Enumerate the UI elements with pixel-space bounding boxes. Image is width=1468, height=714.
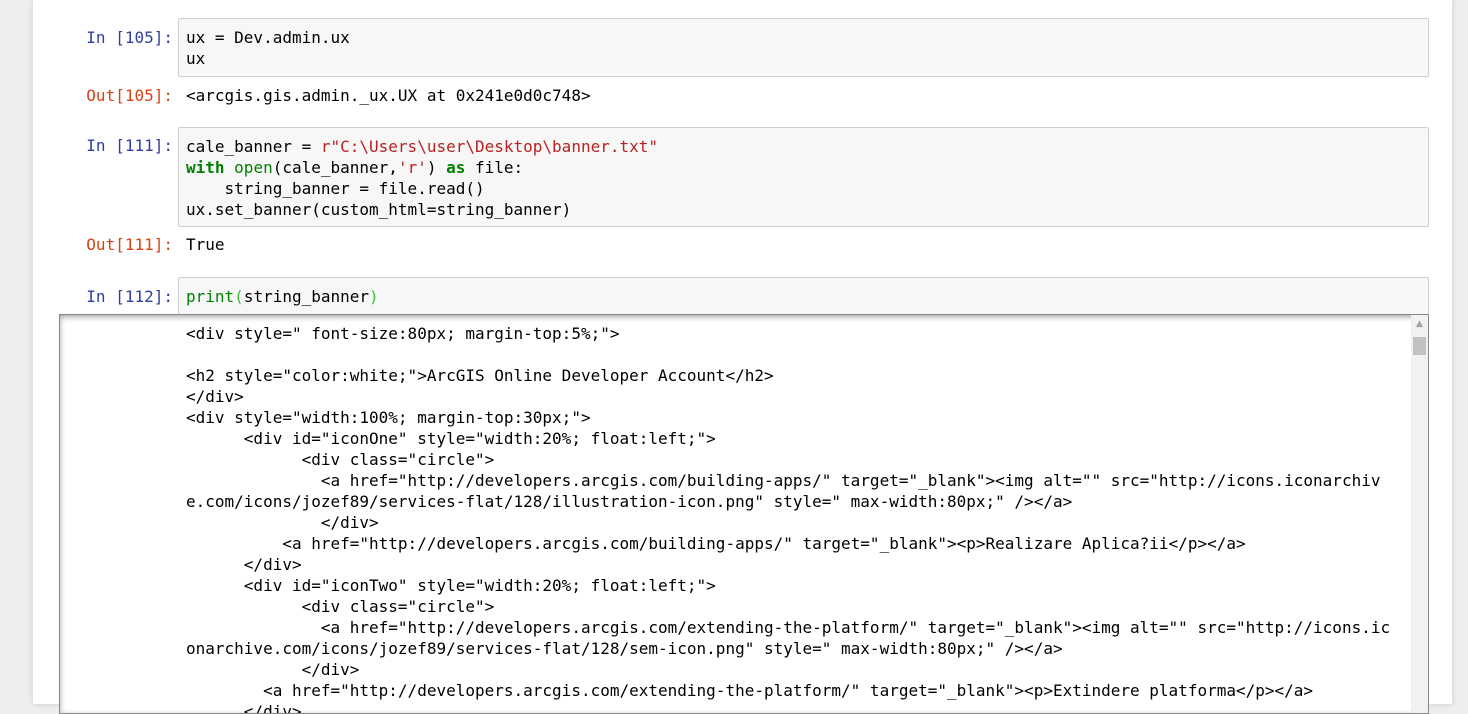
output-prompt: Out[105]:: [86, 86, 173, 105]
builtin-token: open: [234, 158, 273, 177]
keyword-token: as: [446, 158, 466, 177]
paren-token: (: [234, 287, 244, 306]
code-line: string_banner = file.read(): [186, 179, 485, 198]
code-token: file:: [465, 158, 524, 177]
input-prompt: In [105]:: [86, 28, 173, 47]
output-line: onarchive.com/icons/jozef89/services-fla…: [186, 639, 1063, 658]
input-prompt: In [111]:: [86, 136, 173, 155]
code-line: ux.set_banner(custom_html=string_banner): [186, 200, 572, 219]
code-line: print(string_banner): [186, 286, 1421, 307]
code-line: with open(cale_banner,'r') as file:: [186, 157, 1421, 178]
code-line: cale_banner = r"C:\Users\user\Desktop\ba…: [186, 136, 1421, 157]
output-line: <a href="http://developers.arcgis.com/ex…: [186, 618, 1391, 637]
cell-output: <arcgis.gis.admin._ux.UX at 0x241e0d0c74…: [186, 86, 591, 105]
output-line: </div>: [186, 660, 360, 679]
notebook-container: In [105]: ux = Dev.admin.ux ux Out[105]:…: [33, 0, 1452, 714]
scrollbar-thumb[interactable]: [1413, 337, 1426, 355]
output-line: <a href="http://developers.arcgis.com/bu…: [186, 471, 1381, 490]
output-line: <div id="iconTwo" style="width:20%; floa…: [186, 576, 716, 595]
builtin-token: print: [186, 287, 235, 306]
output-line: <h2 style="color:white;">ArcGIS Online D…: [186, 366, 774, 385]
string-literal: 'r': [397, 158, 427, 177]
code-token: string_banner: [243, 287, 370, 306]
code-line: ux = Dev.admin.ux: [186, 28, 350, 47]
code-cell-input[interactable]: print(string_banner): [178, 277, 1429, 315]
output-line: </div>: [186, 702, 302, 714]
output-line: <div style="width:100%; margin-top:30px;…: [186, 408, 591, 427]
output-line: <a href="http://developers.arcgis.com/bu…: [186, 534, 1246, 553]
paren-token: ): [369, 287, 379, 306]
output-line: e.com/icons/jozef89/services-flat/128/il…: [186, 492, 1073, 511]
output-line: </div>: [186, 387, 244, 406]
code-token: (cale_banner,: [272, 158, 398, 177]
output-line: </div>: [186, 513, 379, 532]
input-prompt: In [112]:: [86, 287, 173, 306]
output-prompt: Out[111]:: [86, 235, 173, 254]
output-line: </div>: [186, 555, 302, 574]
scrolled-output-area[interactable]: <div style=" font-size:80px; margin-top:…: [59, 314, 1429, 714]
string-literal: r"C:\Users\user\Desktop\banner.txt": [320, 137, 659, 156]
code-token: cale_banner =: [186, 137, 321, 156]
vertical-scrollbar[interactable]: ▲: [1411, 315, 1428, 713]
output-line: <div class="circle">: [186, 450, 495, 469]
cell-output: True: [186, 235, 225, 254]
printed-output: <div style=" font-size:80px; margin-top:…: [186, 323, 1396, 714]
output-line: <div id="iconOne" style="width:20%; floa…: [186, 429, 716, 448]
code-token: ): [426, 158, 447, 177]
code-cell-input[interactable]: cale_banner = r"C:\Users\user\Desktop\ba…: [178, 127, 1429, 227]
output-line: <div class="circle">: [186, 597, 495, 616]
scroll-up-arrow-icon[interactable]: ▲: [1411, 317, 1428, 331]
keyword-token: with: [186, 158, 225, 177]
code-line: ux: [186, 49, 206, 68]
output-line: <div style=" font-size:80px; margin-top:…: [186, 324, 620, 343]
output-line: <a href="http://developers.arcgis.com/ex…: [186, 681, 1314, 700]
code-cell-input[interactable]: ux = Dev.admin.ux ux: [178, 18, 1429, 77]
